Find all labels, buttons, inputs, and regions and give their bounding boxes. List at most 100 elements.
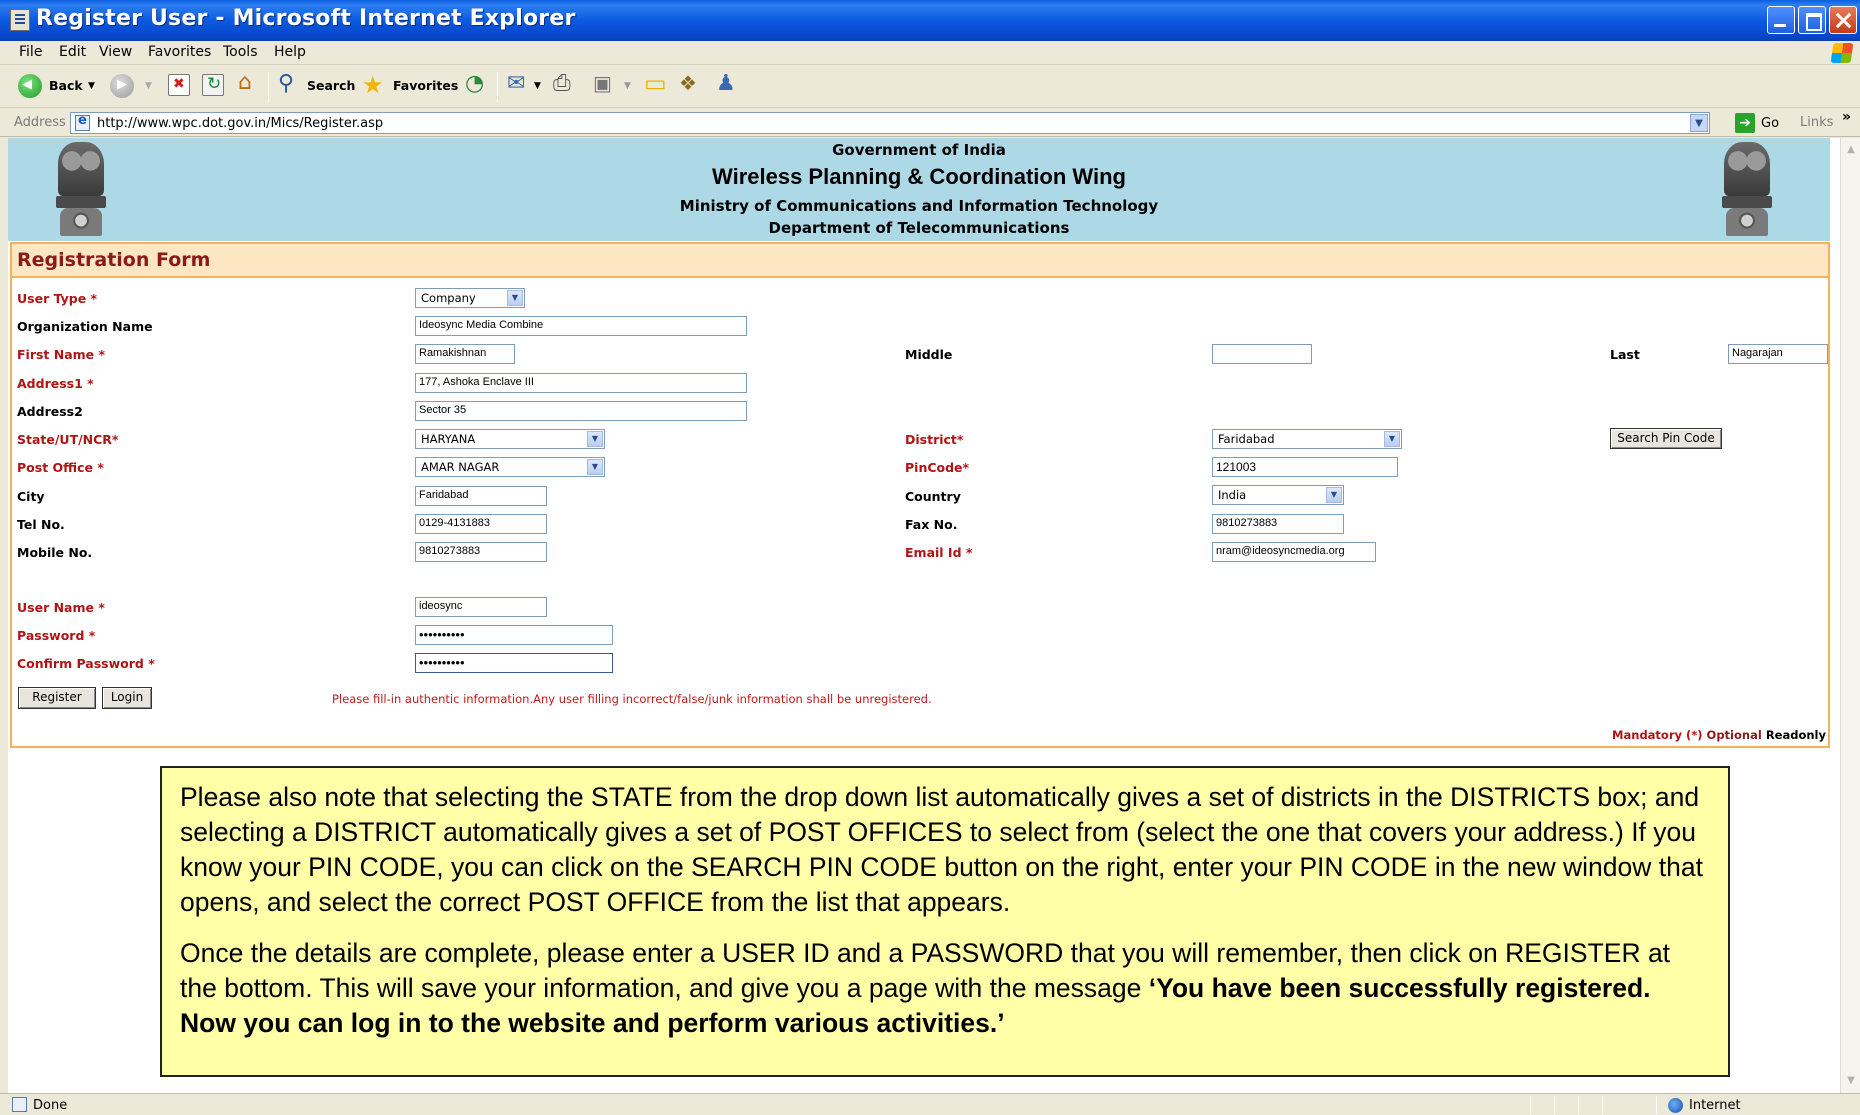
- login-button[interactable]: Login: [102, 687, 152, 709]
- password-label: Password *: [17, 628, 96, 643]
- address-label: Address: [14, 115, 66, 130]
- state-select[interactable]: HARYANA ▼: [415, 429, 605, 449]
- address2-label: Address2: [17, 404, 83, 419]
- last-name-input[interactable]: Nagarajan: [1728, 344, 1828, 364]
- stop-icon[interactable]: [168, 74, 190, 96]
- username-input[interactable]: ideosync: [415, 597, 547, 617]
- mail-dropdown-icon[interactable]: ▼: [534, 81, 541, 107]
- close-button[interactable]: [1829, 6, 1857, 34]
- search-button[interactable]: Search: [278, 71, 356, 100]
- mobile-input[interactable]: 9810273883: [415, 542, 547, 562]
- address-url[interactable]: http://www.wpc.dot.gov.in/Mics/Register.…: [97, 116, 383, 131]
- menu-bar: File Edit View Favorites Tools Help: [0, 41, 1860, 65]
- country-select[interactable]: India ▼: [1212, 485, 1344, 505]
- search-pin-code-button[interactable]: Search Pin Code: [1610, 428, 1722, 449]
- header-department: Department of Telecommunications: [768, 219, 1070, 237]
- links-label[interactable]: Links: [1800, 115, 1833, 130]
- address1-input[interactable]: 177, Ashoka Enclave III: [415, 373, 747, 393]
- search-label: Search: [307, 78, 356, 93]
- window-title-bar[interactable]: Register User - Microsoft Internet Explo…: [0, 0, 1860, 41]
- menu-help[interactable]: Help: [274, 44, 306, 60]
- menu-view[interactable]: View: [99, 44, 132, 60]
- toolbar-separator: [268, 72, 269, 102]
- go-arrow-icon[interactable]: ➔: [1735, 113, 1755, 133]
- tel-input[interactable]: 0129-4131883: [415, 514, 547, 534]
- district-select[interactable]: Faridabad ▼: [1212, 429, 1402, 449]
- chevron-down-icon: ▼: [1384, 431, 1400, 447]
- menu-file[interactable]: File: [19, 44, 42, 60]
- address2-input[interactable]: Sector 35: [415, 401, 747, 421]
- register-button[interactable]: Register: [18, 687, 96, 709]
- go-button[interactable]: Go: [1761, 116, 1779, 131]
- maximize-button[interactable]: [1798, 6, 1826, 34]
- edit-icon[interactable]: [592, 71, 618, 100]
- links-chevron-icon[interactable]: »: [1842, 109, 1851, 125]
- back-dropdown-icon[interactable]: ▼: [88, 81, 95, 91]
- field-legend: Mandatory (*) Optional Readonly: [1612, 728, 1826, 742]
- refresh-icon[interactable]: [202, 74, 224, 96]
- messenger-icon[interactable]: [714, 71, 740, 100]
- pincode-input[interactable]: 121003: [1212, 457, 1398, 477]
- instruction-paragraph-1: Please also note that selecting the STAT…: [180, 782, 1703, 917]
- instruction-paragraph-2: Once the details are complete, please en…: [180, 936, 1710, 1041]
- window-title: Register User - Microsoft Internet Explo…: [36, 6, 576, 31]
- organization-name-input[interactable]: Ideosync Media Combine: [415, 316, 747, 336]
- forward-dropdown-icon[interactable]: ▼: [145, 81, 152, 91]
- notes-icon[interactable]: [644, 69, 670, 100]
- last-name-label: Last: [1610, 347, 1640, 362]
- scroll-up-icon[interactable]: ▲: [1843, 142, 1859, 158]
- middle-name-input[interactable]: [1212, 344, 1312, 364]
- form-title: Registration Form: [17, 249, 211, 271]
- ie-window-icon[interactable]: [10, 9, 30, 31]
- edit-dropdown-icon[interactable]: ▼: [624, 81, 631, 107]
- favorites-button[interactable]: Favorites: [362, 71, 458, 100]
- pincode-label: PinCode*: [905, 460, 970, 475]
- status-separator: [1554, 1096, 1555, 1114]
- scroll-down-icon[interactable]: ▼: [1843, 1073, 1859, 1089]
- status-separator: [1578, 1096, 1579, 1114]
- print-icon[interactable]: [552, 71, 578, 100]
- internet-globe-icon: [1668, 1098, 1683, 1113]
- user-type-value: Company: [421, 291, 476, 305]
- legend-mandatory: Mandatory (*): [1612, 728, 1703, 742]
- district-value: Faridabad: [1218, 432, 1275, 446]
- post-office-label: Post Office *: [17, 460, 104, 475]
- address-input[interactable]: http://www.wpc.dot.gov.in/Mics/Register.…: [70, 112, 1710, 134]
- city-label: City: [17, 489, 45, 504]
- vertical-scrollbar[interactable]: ▲ ▼: [1840, 138, 1860, 1093]
- forward-arrow-icon: [110, 74, 134, 98]
- chevron-down-icon: ▼: [587, 431, 603, 447]
- mail-icon[interactable]: [506, 71, 532, 100]
- post-office-select[interactable]: AMAR NAGAR ▼: [415, 457, 605, 477]
- legend-readonly: Readonly: [1765, 728, 1826, 742]
- page-header-banner: Government of India Wireless Planning & …: [8, 138, 1830, 241]
- legend-optional: Optional: [1706, 728, 1762, 742]
- research-icon[interactable]: [678, 71, 704, 100]
- address-dropdown-icon[interactable]: ▼: [1690, 114, 1708, 132]
- user-type-label: User Type *: [17, 291, 98, 306]
- confirm-password-input[interactable]: ••••••••••: [415, 653, 613, 673]
- header-ministry: Ministry of Communications and Informati…: [679, 197, 1159, 215]
- minimize-button[interactable]: [1767, 6, 1795, 34]
- favorites-label: Favorites: [393, 78, 459, 93]
- registration-form: Registration Form User Type * Company ▼ …: [10, 242, 1830, 748]
- form-title-bar: Registration Form: [12, 244, 1828, 278]
- password-input[interactable]: ••••••••••: [415, 625, 613, 645]
- instruction-note: Please also note that selecting the STAT…: [160, 766, 1730, 1077]
- fax-input[interactable]: 9810273883: [1212, 514, 1344, 534]
- history-icon[interactable]: [464, 71, 490, 100]
- home-icon[interactable]: [236, 70, 262, 100]
- menu-favorites[interactable]: Favorites: [148, 44, 211, 60]
- first-name-label: First Name *: [17, 347, 106, 362]
- back-button[interactable]: Back ▼: [18, 74, 98, 100]
- address1-label: Address1 *: [17, 376, 94, 391]
- menu-tools[interactable]: Tools: [223, 44, 258, 60]
- forward-button[interactable]: ▼: [110, 74, 156, 100]
- menu-edit[interactable]: Edit: [59, 44, 86, 60]
- email-input[interactable]: nram@ideosyncmedia.org: [1212, 542, 1376, 562]
- user-type-select[interactable]: Company ▼: [415, 288, 525, 308]
- first-name-input[interactable]: Ramakishnan: [415, 344, 515, 364]
- page-icon: [75, 113, 90, 131]
- city-input[interactable]: Faridabad: [415, 486, 547, 506]
- fax-label: Fax No.: [905, 517, 958, 532]
